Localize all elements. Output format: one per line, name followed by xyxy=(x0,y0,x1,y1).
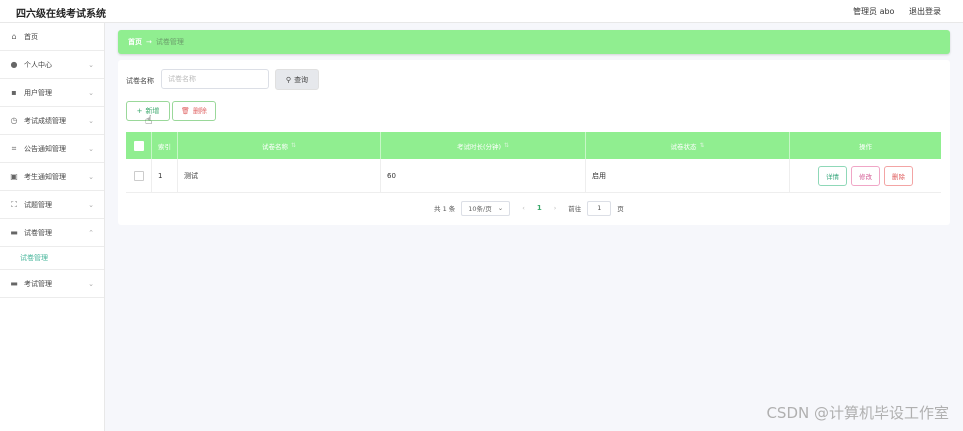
top-bar: 四六级在线考试系统 管理员 abo 退出登录 xyxy=(0,0,963,23)
chevron-down-icon: ⌄ xyxy=(88,280,94,288)
home-icon: ⌂ xyxy=(11,31,17,41)
sidebar-item-profile[interactable]: ● 个人中心 ⌄ xyxy=(0,51,104,79)
edit-button[interactable]: 修改 xyxy=(851,165,880,186)
goto-label: 前往 xyxy=(568,205,582,213)
search-input[interactable] xyxy=(161,69,269,89)
sidebar-item-users[interactable]: ▪ 用户管理 ⌄ xyxy=(0,79,104,107)
content-card: 试卷名称 ⚲ 查询 + 新增 🗑 删除 索引 试卷名称⇅ 考试时长(分钟)⇅ 试… xyxy=(118,60,950,225)
header-duration[interactable]: 考试时长(分钟) ⇅ xyxy=(381,132,586,159)
app-title: 四六级在线考试系统 xyxy=(16,9,106,20)
current-page[interactable]: 1 xyxy=(537,204,542,212)
breadcrumb: 首页 → 试卷管理 xyxy=(118,30,950,54)
chevron-down-icon: ⌄ xyxy=(88,145,94,153)
chevron-down-icon: ⌄ xyxy=(88,117,94,125)
user-icon: ● xyxy=(10,59,18,69)
monitor-icon: ▬ xyxy=(10,227,18,237)
chevron-up-icon: ⌃ xyxy=(88,229,94,237)
pagination: 共 1 条 10条/页 ⌄ ‹ 1 › 前往 1 页 xyxy=(434,200,624,216)
cell-duration: 60 xyxy=(381,159,586,192)
plus-icon: + xyxy=(136,107,143,115)
breadcrumb-separator: → xyxy=(146,38,152,46)
trash-icon: 🗑 xyxy=(181,107,190,115)
delete-button-label: 删除 xyxy=(192,107,207,115)
sidebar: ⌂ 首页 ● 个人中心 ⌄ ▪ 用户管理 ⌄ ◷ 考试成绩管理 ⌄ ⌗ 公告通知… xyxy=(0,23,105,431)
table-row: 1 测试 60 启用 详情 修改 删除 xyxy=(126,159,941,193)
header-ops: 操作 xyxy=(859,142,872,151)
cell-name: 测试 xyxy=(178,159,381,192)
monitor-icon: ▬ xyxy=(10,278,18,288)
row-checkbox[interactable] xyxy=(133,170,144,181)
table-header: 索引 试卷名称 ⇅ 考试时长(分钟) ⇅ 试卷状态 ⇅ 操作 xyxy=(126,132,941,159)
chevron-down-icon: ⌄ xyxy=(88,201,94,209)
sidebar-item-questions[interactable]: ⛶ 试题管理 ⌄ xyxy=(0,191,104,219)
chevron-down-icon: ⌄ xyxy=(88,61,94,69)
sidebar-item-label: 用户管理 xyxy=(24,88,52,97)
breadcrumb-home[interactable]: 首页 xyxy=(128,37,142,47)
sidebar-subitem-papers[interactable]: 试卷管理 xyxy=(0,247,104,270)
breadcrumb-current: 试卷管理 xyxy=(155,38,184,46)
users-icon: ▪ xyxy=(11,87,17,97)
papers-table: 索引 试卷名称 ⇅ 考试时长(分钟) ⇅ 试卷状态 ⇅ 操作 1 测试 60 启用 详… xyxy=(126,132,941,193)
sort-icon[interactable]: ⇅ xyxy=(291,142,296,149)
sidebar-item-papers[interactable]: ▬ 试卷管理 ⌃ xyxy=(0,219,104,247)
search-icon: ⚲ xyxy=(285,75,292,84)
search-label: 试卷名称 xyxy=(126,77,154,85)
chevron-down-icon: ⌄ xyxy=(88,173,94,181)
search-button[interactable]: ⚲ 查询 xyxy=(275,69,319,90)
header-name-label: 试卷名称 xyxy=(261,142,288,151)
cell-index: 1 xyxy=(152,159,178,192)
sidebar-item-label: 试卷管理 xyxy=(24,228,52,237)
sidebar-item-label: 公告通知管理 xyxy=(24,144,66,153)
select-all-checkbox[interactable] xyxy=(133,140,144,151)
header-status[interactable]: 试卷状态 ⇅ xyxy=(586,132,790,159)
header-select-all[interactable] xyxy=(126,132,152,159)
search-button-label: 查询 xyxy=(294,75,309,84)
chevron-down-icon: ⌄ xyxy=(88,89,94,97)
cell-ops: 详情 修改 删除 xyxy=(790,159,941,192)
watermark: CSDN @计算机毕设工作室 xyxy=(766,404,949,422)
header-duration-label: 考试时长(分钟) xyxy=(456,142,502,151)
sidebar-item-label: 试题管理 xyxy=(24,200,52,209)
header-index: 索引 xyxy=(152,132,178,159)
row-select[interactable] xyxy=(126,159,152,192)
pagination-total: 共 1 条 xyxy=(434,205,456,213)
sidebar-item-label: 考试成绩管理 xyxy=(24,116,66,125)
mouse-cursor-icon: ☝ xyxy=(145,113,153,127)
sidebar-item-scores[interactable]: ◷ 考试成绩管理 ⌄ xyxy=(0,107,104,135)
sidebar-item-label: 个人中心 xyxy=(24,60,52,69)
prev-page-icon[interactable]: ‹ xyxy=(522,204,525,212)
sort-icon[interactable]: ⇅ xyxy=(504,142,509,149)
header-name[interactable]: 试卷名称 ⇅ xyxy=(178,132,381,159)
goto-page-input[interactable]: 1 xyxy=(587,200,612,216)
sidebar-item-label: 考试管理 xyxy=(24,279,52,288)
user-label: 管理员 abo xyxy=(853,7,895,16)
image-icon: ▣ xyxy=(10,171,18,181)
sidebar-item-examinee-notices[interactable]: ▣ 考生通知管理 ⌄ xyxy=(0,163,104,191)
page-size-value: 10条/页 xyxy=(468,205,492,213)
detail-button[interactable]: 详情 xyxy=(818,165,847,186)
header-status-label: 试卷状态 xyxy=(670,142,697,151)
page-unit-label: 页 xyxy=(617,205,624,213)
clock-icon: ◷ xyxy=(10,115,18,125)
fullscreen-icon: ⛶ xyxy=(11,199,17,209)
top-right-area: 管理员 abo 退出登录 xyxy=(841,6,941,17)
sort-icon[interactable]: ⇅ xyxy=(699,142,704,149)
chevron-down-icon: ⌄ xyxy=(497,204,504,212)
crop-icon: ⌗ xyxy=(11,143,17,153)
delete-button[interactable]: 🗑 删除 xyxy=(172,101,216,121)
sidebar-item-home[interactable]: ⌂ 首页 xyxy=(0,23,104,51)
next-page-icon[interactable]: › xyxy=(554,204,557,212)
page-size-select[interactable]: 10条/页 ⌄ xyxy=(461,200,511,216)
sidebar-item-label: 考生通知管理 xyxy=(24,172,66,181)
sidebar-item-announcements[interactable]: ⌗ 公告通知管理 ⌄ xyxy=(0,135,104,163)
sidebar-item-label: 首页 xyxy=(24,32,38,41)
logout-link[interactable]: 退出登录 xyxy=(909,7,941,16)
row-delete-button[interactable]: 删除 xyxy=(884,165,913,186)
sidebar-item-exams[interactable]: ▬ 考试管理 ⌄ xyxy=(0,270,104,298)
cell-status: 启用 xyxy=(586,159,790,192)
